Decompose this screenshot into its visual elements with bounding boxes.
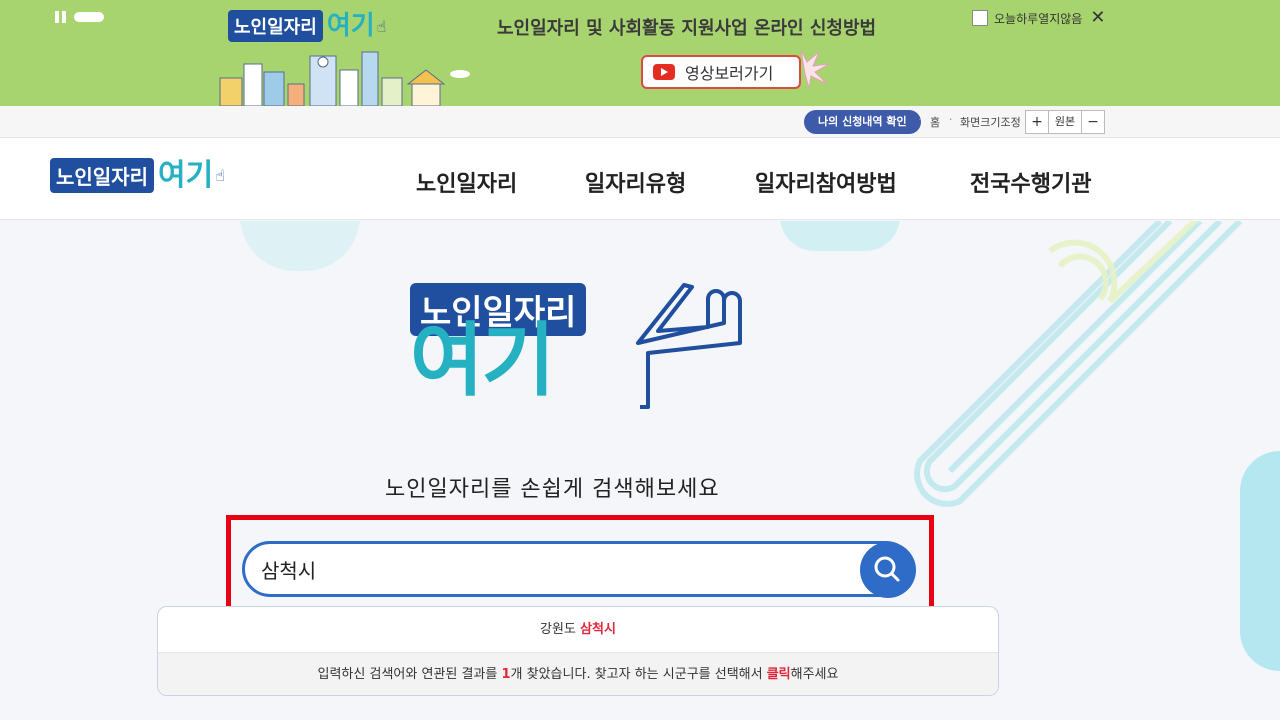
search-bar (242, 541, 916, 598)
separator-dot: · (918, 113, 922, 126)
hero-logo: 노인일자리 여기 (410, 283, 750, 413)
nav-agencies[interactable]: 전국수행기관 (970, 166, 1091, 198)
nav-senior-jobs[interactable]: 노인일자리 (416, 166, 517, 198)
result-click-word: 클릭 (766, 667, 791, 682)
youtube-play-icon (653, 64, 675, 80)
utility-bar: 나의 신청내역 확인 · 홈 · 화면크기조정 + 원본 − (0, 106, 1280, 138)
search-button[interactable] (860, 542, 916, 598)
site-header: 노인일자리 여기 ☝ 노인일자리 일자리유형 일자리참여방법 전국수행기관 (0, 138, 1280, 220)
search-icon (874, 556, 900, 582)
close-today-option[interactable]: 오늘하루열지않음 ✕ (972, 9, 1105, 27)
result-item[interactable]: 강원도 삼척시 (158, 607, 998, 653)
zoom-reset-button[interactable]: 원본 (1048, 110, 1082, 134)
home-link[interactable]: 홈 (930, 114, 940, 130)
separator-dot: · (949, 113, 953, 126)
site-logo[interactable]: 노인일자리 여기 ☝ (50, 158, 225, 193)
video-button[interactable]: 영상보러가기 (641, 55, 801, 89)
banner-logo: 노인일자리 여기 ☝ (228, 10, 386, 42)
result-message-prefix: 입력하신 검색어와 연관된 결과를 (317, 667, 502, 682)
search-results: 강원도 삼척시 입력하신 검색어와 연관된 결과를 1개 찾았습니다. 찾고자 … (157, 606, 999, 696)
hero-logo-teal: 여기 (410, 314, 555, 407)
city-illustration-icon (219, 51, 470, 106)
nav-how-to-participate[interactable]: 일자리참여방법 (755, 166, 897, 198)
zoom-label: 화면크기조정 (960, 116, 1021, 129)
banner-logo-teal: 여기 (326, 11, 375, 41)
promo-banner: 노인일자리 여기 ☝ 노인일자리 및 사회활동 지원사업 온라인 신청방법 영상… (0, 0, 1280, 106)
banner-title: 노인일자리 및 사회활동 지원사업 온라인 신청방법 (497, 18, 877, 39)
result-region: 강원도 (540, 622, 576, 637)
close-today-checkbox[interactable] (972, 10, 988, 26)
result-count: 1 (501, 667, 511, 682)
site-logo-box: 노인일자리 (50, 158, 154, 193)
pause-icon[interactable] (54, 11, 68, 23)
zoom-in-button[interactable]: + (1025, 110, 1049, 134)
result-message: 입력하신 검색어와 연관된 결과를 1개 찾았습니다. 찾고자 하는 시군구를 … (158, 653, 998, 695)
my-application-button[interactable]: 나의 신청내역 확인 (804, 110, 921, 134)
close-icon[interactable]: ✕ (1090, 9, 1105, 27)
site-logo-teal: 여기 (158, 157, 214, 193)
nav-job-types[interactable]: 일자리유형 (585, 166, 686, 198)
result-city: 삼척시 (580, 622, 616, 637)
close-today-label: 오늘하루열지않음 (994, 11, 1083, 26)
video-button-label: 영상보러가기 (685, 64, 774, 83)
zoom-out-button[interactable]: − (1081, 110, 1105, 134)
search-subtitle: 노인일자리를 손쉽게 검색해보세요 (385, 477, 720, 502)
search-input[interactable] (261, 555, 841, 583)
pointing-finger-icon (636, 283, 742, 409)
slide-indicator[interactable] (74, 12, 104, 22)
pointing-finger-icon: ☝ (215, 166, 225, 185)
result-message-suffix: 해주세요 (790, 667, 839, 682)
sparkle-icon (800, 49, 830, 89)
pointing-finger-icon: ☝ (376, 16, 387, 36)
result-message-middle: 개 찾았습니다. 찾고자 하는 시군구를 선택해서 (510, 667, 767, 682)
banner-logo-box: 노인일자리 (228, 10, 323, 42)
